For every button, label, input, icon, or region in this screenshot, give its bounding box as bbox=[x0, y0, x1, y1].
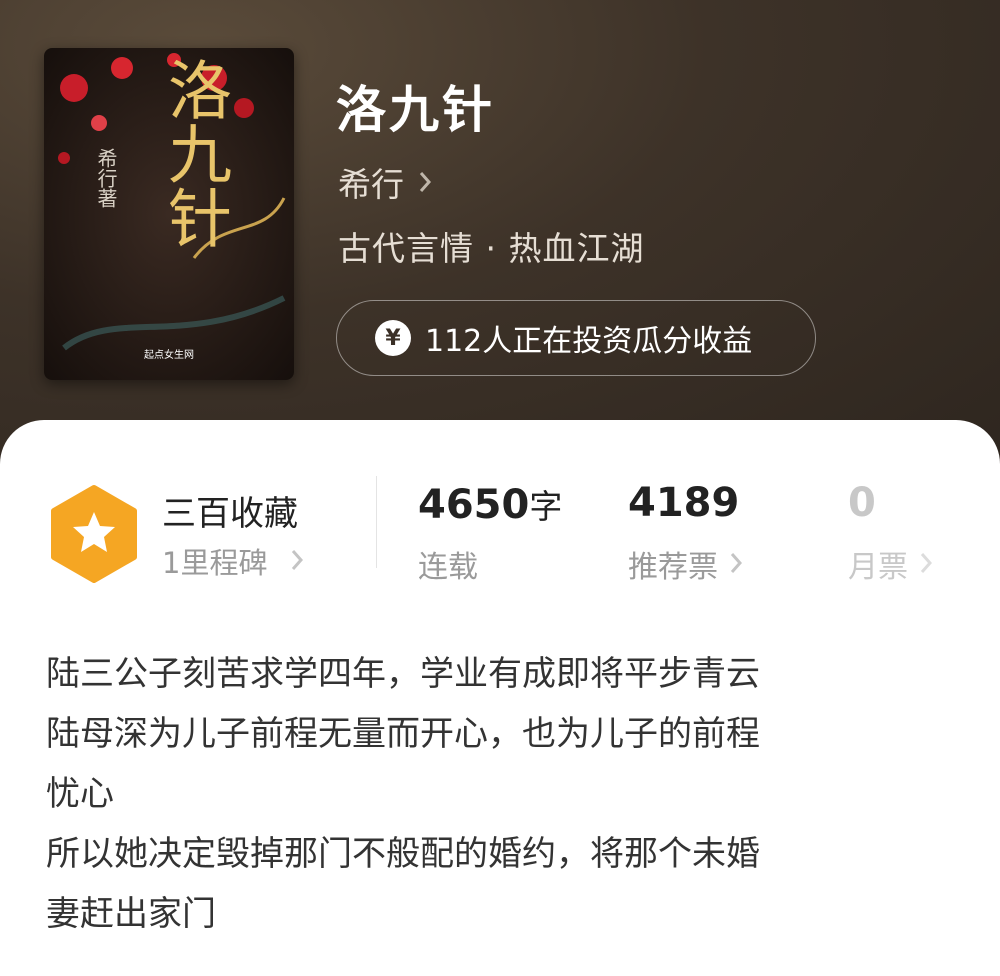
author-link[interactable]: 希行 bbox=[338, 158, 432, 206]
cover-author-text: 希行著 bbox=[94, 148, 118, 208]
chevron-right-icon bbox=[418, 163, 432, 202]
word-count-value: 4650 bbox=[418, 482, 530, 528]
synopsis-line: 陆母深为儿子前程无量而开心，也为儿子的前程 bbox=[46, 714, 760, 754]
word-count-unit: 字 bbox=[529, 487, 563, 526]
serial-status: 连载 bbox=[418, 550, 478, 585]
recommend-votes-link[interactable]: 推荐票 bbox=[628, 542, 743, 586]
book-cover[interactable]: 洛九针 希行著 起点女生网 bbox=[44, 48, 294, 380]
word-count: 4650字 bbox=[418, 480, 562, 528]
recommend-votes-value: 4189 bbox=[628, 480, 740, 526]
synopsis-line: 妻赶出家门 bbox=[46, 894, 216, 934]
monthly-votes-label: 月票 bbox=[848, 550, 908, 585]
milestone-link[interactable]: 1里程碑 bbox=[162, 540, 304, 582]
book-synopsis[interactable]: 陆三公子刻苦求学四年，学业有成即将平步青云 陆母深为儿子前程无量而开心，也为儿子… bbox=[46, 644, 956, 944]
invest-label: 112人正在投资瓜分收益 bbox=[425, 324, 753, 359]
recommend-votes-label: 推荐票 bbox=[628, 550, 718, 585]
book-cover-art: 洛九针 希行著 起点女生网 bbox=[44, 48, 294, 380]
invest-button[interactable]: ¥ 112人正在投资瓜分收益 bbox=[336, 300, 816, 376]
star-hexagon-icon[interactable] bbox=[48, 484, 140, 588]
book-title: 洛九针 bbox=[336, 81, 495, 139]
author-name: 希行 bbox=[338, 165, 404, 204]
chevron-right-icon bbox=[291, 544, 304, 578]
milestone-title: 三百收藏 bbox=[162, 494, 298, 534]
chevron-right-icon bbox=[920, 547, 933, 582]
milestone-count: 1里程碑 bbox=[162, 546, 268, 580]
synopsis-line: 忧心 bbox=[46, 774, 114, 814]
cover-publisher-mark: 起点女生网 bbox=[144, 348, 194, 361]
book-genre: 古代言情 · 热血江湖 bbox=[338, 229, 645, 268]
synopsis-line: 所以她决定毁掉那门不般配的婚约，将那个未婚 bbox=[46, 834, 760, 874]
chevron-right-icon bbox=[730, 547, 743, 582]
monthly-votes-link[interactable]: 月票 bbox=[848, 542, 933, 586]
stats-divider bbox=[376, 476, 377, 568]
monthly-votes-value: 0 bbox=[848, 480, 876, 526]
synopsis-line: 陆三公子刻苦求学四年，学业有成即将平步青云 bbox=[46, 654, 760, 694]
yen-coin-icon: ¥ bbox=[375, 320, 411, 356]
cover-title-char-1: 洛九针 bbox=[157, 57, 231, 249]
